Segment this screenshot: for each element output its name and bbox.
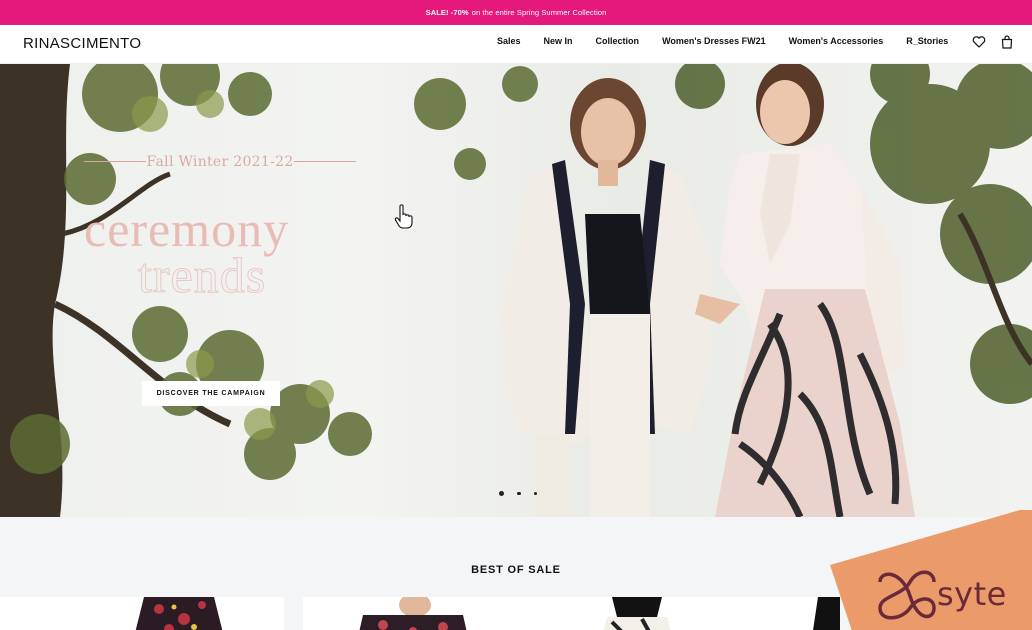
product-card[interactable] [512,597,740,630]
nav-item-womens-dresses[interactable]: Women's Dresses FW21 [662,36,766,46]
hand-cursor-icon [394,204,413,229]
hero-headline-trends: trends [137,247,267,304]
product-card[interactable] [0,597,74,630]
shopping-bag-icon[interactable] [1000,35,1014,49]
product-card[interactable] [74,597,284,630]
product-card[interactable] [740,597,840,630]
hero-banner[interactable]: Fall Winter 2021-22 ceremony trends DISC… [0,64,1032,517]
carousel-dots [499,491,550,496]
product-image [813,597,840,630]
nav-item-new-in[interactable]: New In [544,36,573,46]
promo-text: on the entire Spring Summer Collection [471,8,607,17]
product-image [603,597,671,630]
product-card[interactable] [303,597,513,630]
nav-item-sales[interactable]: Sales [497,36,521,46]
site-logo[interactable]: RINASCIMENTO [23,35,141,52]
heart-icon[interactable] [972,35,986,49]
carousel-dot-1[interactable] [499,491,504,496]
nav-item-r-stories[interactable]: R_Stories [906,36,948,46]
carousel-dot-2[interactable] [517,491,521,496]
main-nav: Sales New In Collection Women's Dresses … [497,36,971,46]
season-label: Fall Winter 2021-22 [84,154,356,174]
nav-item-womens-accessories[interactable]: Women's Accessories [789,36,884,46]
promo-bar[interactable]: SALE! -70% on the entire Spring Summer C… [0,0,1032,25]
promo-bold: SALE! -70% [425,8,469,17]
season-text: Fall Winter 2021-22 [146,154,294,170]
discover-campaign-button[interactable]: DISCOVER THE CAMPAIGN [142,381,280,406]
site-header: RINASCIMENTO Sales New In Collection Wom… [0,25,1032,64]
nav-item-collection[interactable]: Collection [596,36,640,46]
carousel-dot-3[interactable] [533,491,537,496]
syte-badge-text: syte [937,575,1007,613]
product-image [359,597,467,630]
product-image [135,597,223,630]
